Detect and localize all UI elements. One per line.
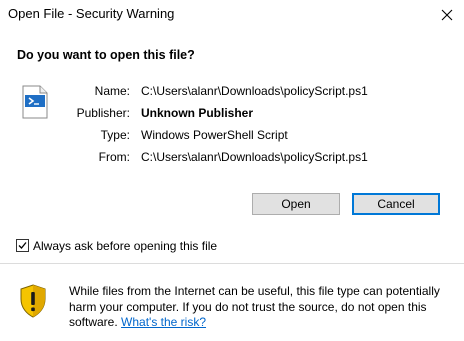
warning-message: While files from the Internet can be use… (69, 284, 459, 331)
detail-label: Publisher: (76, 106, 130, 120)
publisher-value: Unknown Publisher (141, 106, 254, 120)
whats-the-risk-link[interactable]: What's the risk? (121, 315, 206, 329)
close-icon (441, 9, 453, 21)
title-bar: Open File - Security Warning (0, 0, 464, 30)
detail-row-name: Name: C:\Users\alanr\Downloads\policyScr… (0, 84, 464, 104)
always-ask-checkbox-row[interactable]: Always ask before opening this file (16, 238, 316, 256)
file-source-value: C:\Users\alanr\Downloads\policyScript.ps… (141, 150, 368, 164)
detail-label: From: (98, 150, 130, 164)
always-ask-label[interactable]: Always ask before opening this file (33, 239, 217, 253)
window-title: Open File - Security Warning (8, 6, 175, 21)
file-type-value: Windows PowerShell Script (141, 128, 288, 142)
open-button[interactable]: Open (252, 193, 340, 215)
cancel-button[interactable]: Cancel (352, 193, 440, 215)
file-name-value: C:\Users\alanr\Downloads\policyScript.ps… (141, 84, 368, 98)
checkmark-icon (18, 242, 27, 249)
security-warning-dialog: Open File - Security Warning Do you want… (0, 0, 464, 341)
shield-warning-icon (19, 284, 47, 318)
dialog-question: Do you want to open this file? (17, 48, 195, 62)
always-ask-checkbox[interactable] (16, 239, 29, 252)
detail-row-publisher: Publisher: Unknown Publisher (0, 106, 464, 126)
detail-label: Type: (100, 128, 130, 142)
detail-label: Name: (94, 84, 130, 98)
detail-row-from: From: C:\Users\alanr\Downloads\policyScr… (0, 150, 464, 170)
close-button[interactable] (430, 0, 464, 30)
detail-row-type: Type: Windows PowerShell Script (0, 128, 464, 148)
